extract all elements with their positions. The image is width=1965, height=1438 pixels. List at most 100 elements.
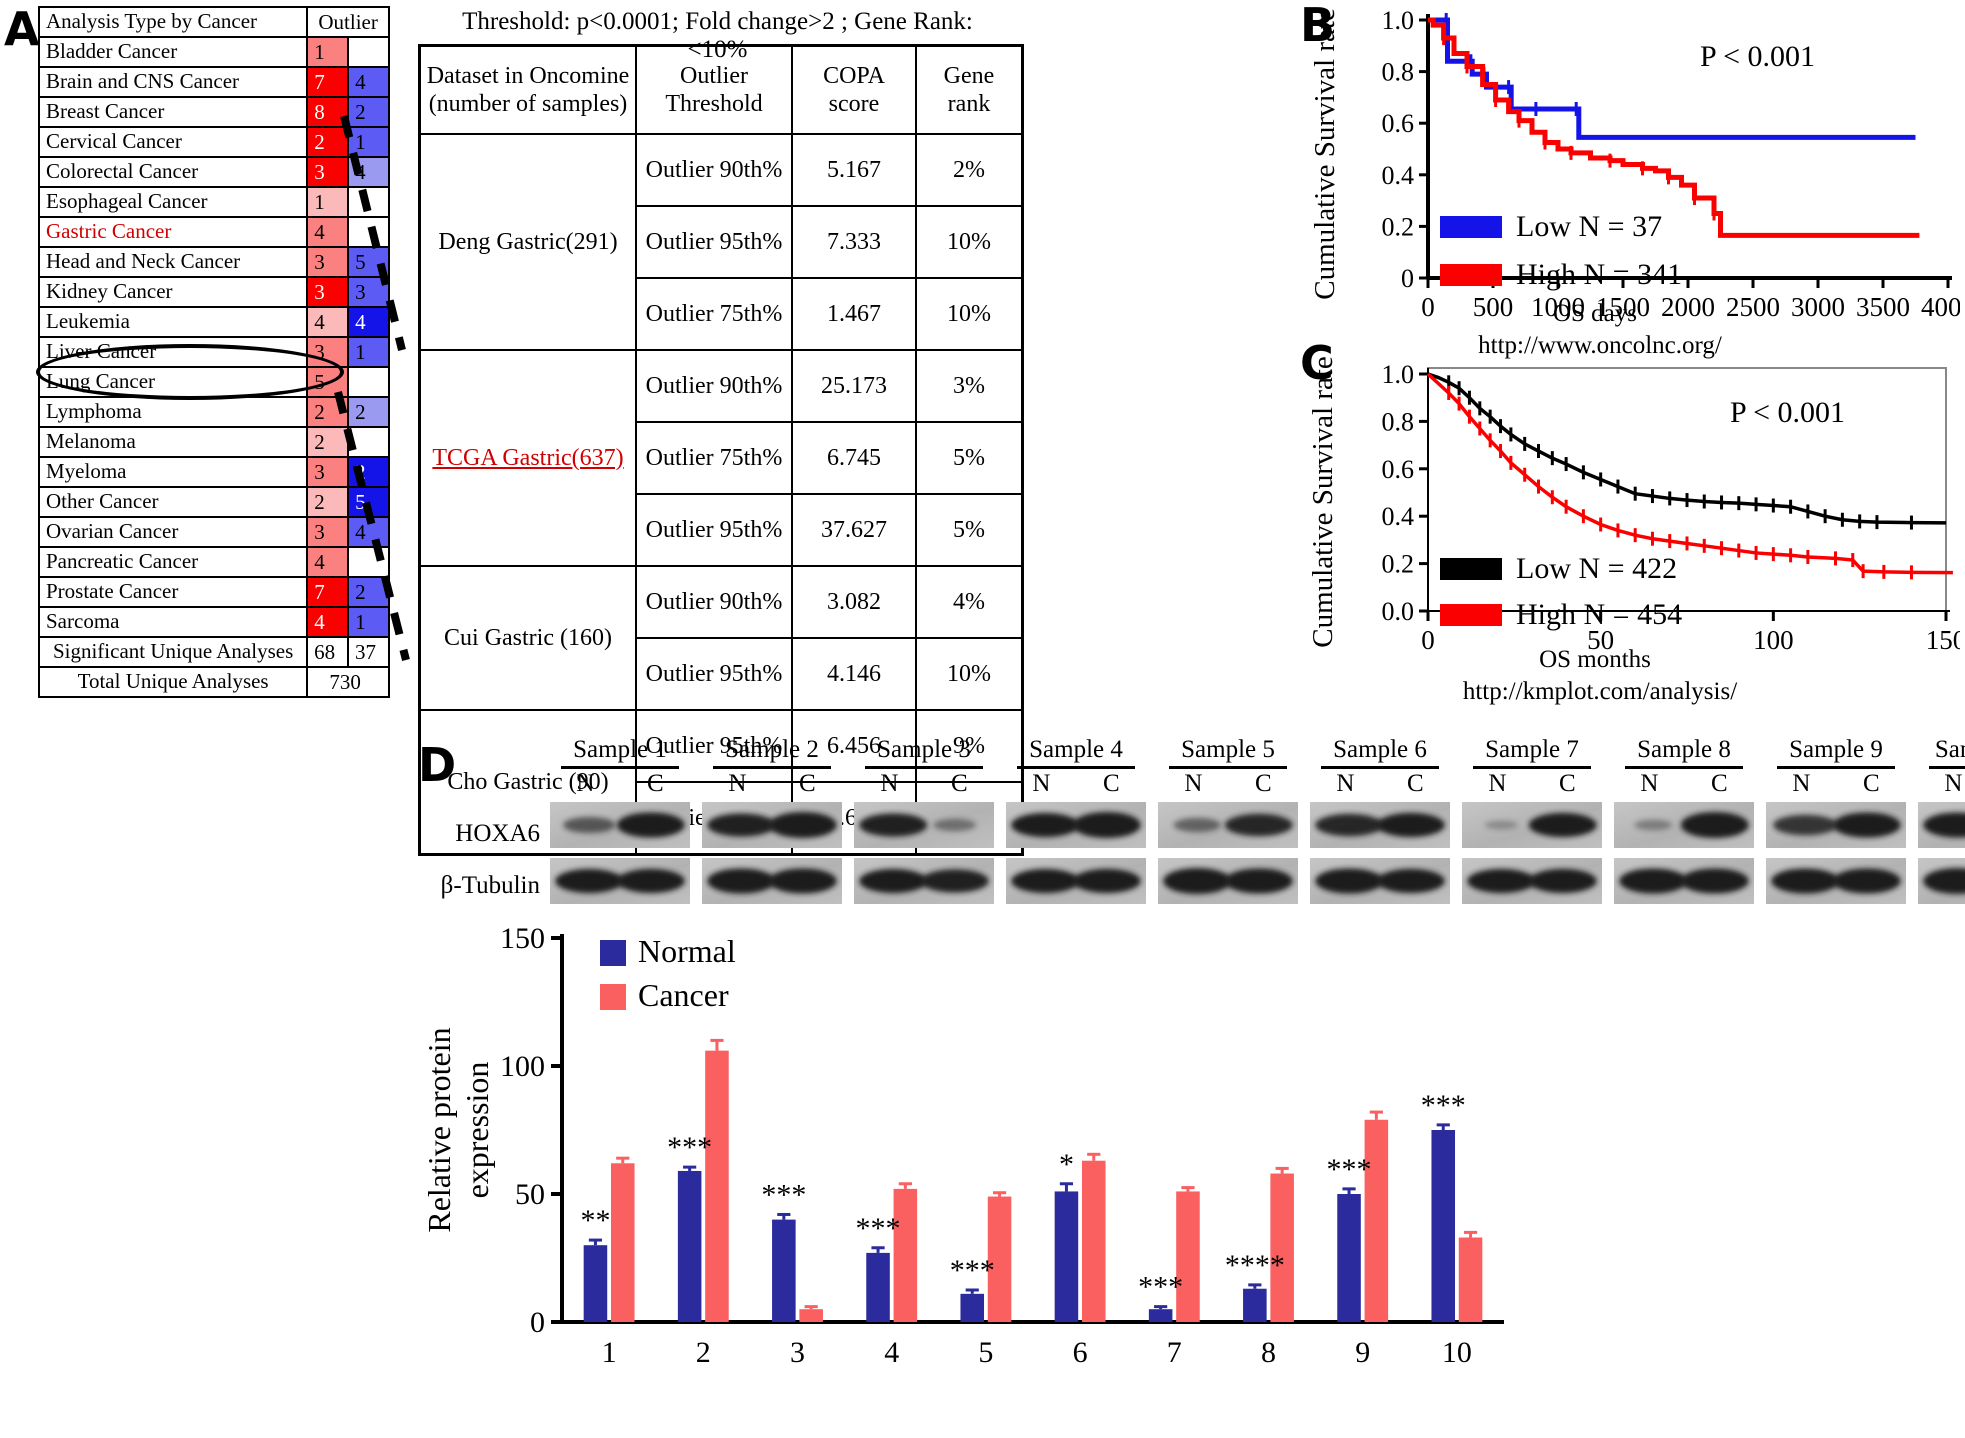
copa-score-value: 25.173 bbox=[791, 349, 917, 423]
sample-underline bbox=[865, 766, 983, 769]
cancer-type-label: Bladder Cancer bbox=[37, 36, 309, 68]
gene-rank-value: 5% bbox=[915, 493, 1024, 567]
significance-marker: *** bbox=[761, 1178, 806, 1211]
significant-unique-analyses-row: Significant Unique Analyses 68 37 bbox=[37, 636, 390, 668]
lane-label-c: C bbox=[1711, 770, 1728, 797]
hoxa6-blot-band bbox=[1006, 802, 1146, 848]
hoxa6-blot-band bbox=[1766, 802, 1906, 848]
gene-rank-value: 10% bbox=[915, 277, 1024, 351]
header-analysis-type: Analysis Type by Cancer bbox=[37, 6, 309, 38]
y-tick-label: 0.8 bbox=[1382, 58, 1415, 87]
x-tick-label: 7 bbox=[1167, 1336, 1182, 1369]
table-row: Head and Neck Cancer 3 5 bbox=[37, 246, 390, 278]
blot-group: Sample 1 N C bbox=[550, 736, 690, 904]
cancer-type-label: Cervical Cancer bbox=[37, 126, 309, 158]
cancer-type-label: Head and Neck Cancer bbox=[37, 246, 309, 278]
blot-group: Sample 10NC bbox=[1918, 736, 1965, 904]
outlier-red-value: 2 bbox=[306, 486, 350, 518]
table-row: Cui Gastric (160) Outlier 90th% 3.082 4% bbox=[418, 565, 1024, 711]
total-unique-analyses-row: Total Unique Analyses 730 bbox=[37, 666, 390, 698]
blot-group: Sample 6 N C bbox=[1310, 736, 1450, 904]
lane-label-n: N bbox=[1792, 770, 1811, 797]
bar bbox=[677, 1170, 702, 1322]
oncomine-detail-table: Dataset in Oncomine (number of samples) Ou… bbox=[418, 44, 1024, 856]
table-row: Liver Cancer 3 1 bbox=[37, 336, 390, 368]
legend-swatch bbox=[600, 984, 626, 1010]
km-plot-kmplot: 0.0 0.2 0.4 0.6 0.8 1.0 0 50 100 150 Cumulative Su… bbox=[1300, 352, 1960, 692]
outlier-red-value: 3 bbox=[306, 516, 350, 548]
total-value: 730 bbox=[306, 666, 390, 698]
panel-b-xlabel: OS days bbox=[1552, 300, 1638, 327]
outlier-blue-value: 1 bbox=[347, 126, 390, 158]
significance-marker: *** bbox=[667, 1131, 712, 1164]
cancer-type-label: Esophageal Cancer bbox=[37, 186, 309, 218]
table-row: Lung Cancer 5 bbox=[37, 366, 390, 398]
bar bbox=[893, 1188, 918, 1322]
legend-label: Cancer bbox=[638, 977, 729, 1013]
header-gene-rank: Gene rank bbox=[915, 44, 1024, 135]
sample-underline bbox=[561, 766, 679, 769]
outlier-blue-value bbox=[347, 546, 390, 578]
outlier-red-value: 4 bbox=[306, 306, 350, 338]
outlier-threshold-value: Outlier 95th% bbox=[635, 637, 793, 711]
y-tick-label: 150 bbox=[500, 922, 545, 955]
significance-marker: * bbox=[1059, 1148, 1074, 1181]
header-outlier-threshold: Outlier Threshold bbox=[635, 44, 793, 135]
blot-group: Sample 4 N C bbox=[1006, 736, 1146, 904]
y-tick-label: 0.6 bbox=[1382, 109, 1415, 138]
outlier-blue-value: 4 bbox=[347, 66, 390, 98]
km-plot-b-svg: 00.20.40.60.81.00 500 1000 1500 2000 2500 3000… bbox=[1309, 6, 1960, 322]
lane-label-c: C bbox=[1255, 770, 1272, 797]
gene-rank-value: 10% bbox=[915, 205, 1024, 279]
cancer-type-label: Prostate Cancer bbox=[37, 576, 309, 608]
outlier-red-value: 4 bbox=[306, 216, 350, 248]
y-tick-label: 1.0 bbox=[1382, 360, 1415, 389]
panel-c-source-url[interactable]: http://kmplot.com/analysis/ bbox=[1370, 678, 1830, 706]
outlier-blue-value bbox=[347, 426, 390, 458]
km-plot-oncolnc: 0 0.2 0.4 0.6 0.8 1.0 0 500 1000 1500 2000 2500 3000… bbox=[1300, 4, 1960, 334]
lane-label-c: C bbox=[1103, 770, 1120, 797]
blot-group: Sample 3 N C bbox=[854, 736, 994, 904]
lane-label-n: N bbox=[728, 770, 747, 797]
lane-label-c: C bbox=[1559, 770, 1576, 797]
panel-c-xlabel: OS months bbox=[1539, 646, 1651, 673]
y-tick-label: 0 bbox=[1401, 264, 1414, 293]
x-tick-label: 1 bbox=[602, 1336, 617, 1369]
outlier-blue-value: 5 bbox=[347, 246, 390, 278]
hoxa6-blot-band bbox=[1614, 802, 1754, 848]
sample-underline bbox=[1929, 766, 1965, 769]
x-tick-label: 4000 bbox=[1921, 292, 1960, 322]
protein-expression-bar-chart: 0 50 100 150 ** 1 *** 2 *** 3 *** 4 *** 5 * 6 *** 7 **** 8 *… bbox=[421, 922, 1504, 1369]
sample-underline bbox=[713, 766, 831, 769]
cancer-type-label: Sarcoma bbox=[37, 606, 309, 638]
x-tick-label: 150 bbox=[1926, 625, 1960, 655]
oncomine-analysis-table: Analysis Type by Cancer Outlier Bladder Ca… bbox=[37, 6, 390, 698]
table-header-row: Analysis Type by Cancer Outlier bbox=[37, 6, 390, 38]
x-tick-label: 3 bbox=[790, 1336, 805, 1369]
hoxa6-blot-band bbox=[702, 802, 842, 848]
sample-label: Sample 2 bbox=[725, 736, 819, 763]
table-row: Colorectal Cancer 3 4 bbox=[37, 156, 390, 188]
cancer-type-label: Leukemia bbox=[37, 306, 309, 338]
legend-swatch bbox=[1440, 264, 1502, 286]
lane-label-c: C bbox=[1407, 770, 1424, 797]
tubulin-blot-band bbox=[1766, 858, 1906, 904]
legend-label: High N = 341 bbox=[1516, 258, 1682, 291]
p-value-annotation: P < 0.001 bbox=[1730, 396, 1845, 429]
outlier-red-value: 5 bbox=[306, 366, 350, 398]
cancer-type-label: Breast Cancer bbox=[37, 96, 309, 128]
tubulin-blot-band bbox=[1918, 858, 1965, 904]
hoxa6-blot-band bbox=[550, 802, 690, 848]
western-blot-and-quantification: HOXA6β-Tubulin27kDa55kDaSample 1NCSample… bbox=[420, 736, 1965, 1436]
bar bbox=[799, 1309, 823, 1322]
bar bbox=[1431, 1130, 1456, 1322]
y-tick-label: 100 bbox=[500, 1050, 545, 1083]
y-axis-label: Cumulative Survival rate bbox=[1307, 356, 1339, 648]
table-row: Myeloma 3 2 bbox=[37, 456, 390, 488]
lane-label-c: C bbox=[951, 770, 968, 797]
outlier-threshold-value: Outlier 75th% bbox=[635, 277, 793, 351]
table-row: Brain and CNS Cancer 7 4 bbox=[37, 66, 390, 98]
y-tick-label: 50 bbox=[515, 1178, 545, 1211]
survival-curve bbox=[1428, 17, 1916, 140]
table-row: TCGA Gastric(637) Outlier 90th% 25.173 3% bbox=[418, 349, 1024, 567]
